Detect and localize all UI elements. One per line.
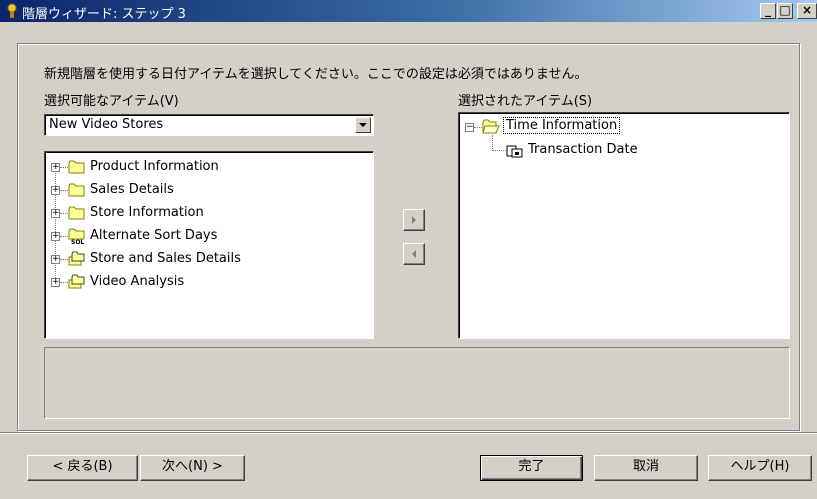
expand-icon[interactable]: + xyxy=(51,209,60,218)
tree-item-sales-details[interactable]: + Sales Details xyxy=(45,180,365,202)
expand-icon[interactable]: + xyxy=(51,163,60,172)
tree-item-label: Video Analysis xyxy=(90,274,185,289)
wizard-icon xyxy=(7,3,17,18)
available-items-tree[interactable]: + Product Information + Sales Details + … xyxy=(44,151,374,339)
business-area-value: New Video Stores xyxy=(49,117,164,132)
business-area-select[interactable]: New Video Stores xyxy=(44,114,374,136)
close-button[interactable]: × xyxy=(797,3,817,19)
tree-line xyxy=(60,236,68,237)
sql-folder-icon: SQL xyxy=(68,228,85,244)
tree-item-label: Alternate Sort Days xyxy=(90,228,218,243)
tree-line xyxy=(60,282,68,283)
expand-icon[interactable]: + xyxy=(51,278,60,287)
tree-line xyxy=(60,259,68,260)
tree-item-label: Product Information xyxy=(90,159,219,174)
expand-icon[interactable]: + xyxy=(51,255,60,264)
tree-item-time-information[interactable]: − Time Information xyxy=(459,117,779,139)
tree-item-label: Time Information xyxy=(502,117,621,134)
tree-line xyxy=(60,190,68,191)
chevron-down-icon xyxy=(359,123,367,127)
back-button[interactable]: < 戻る(B) xyxy=(27,455,138,481)
tree-line xyxy=(474,127,482,128)
tree-item-alternate-sort-days[interactable]: + SQL Alternate Sort Days xyxy=(45,226,365,248)
tree-item-transaction-date[interactable]: Transaction Date xyxy=(459,140,779,162)
selected-items-label: 選択されたアイテム(S) xyxy=(458,94,593,109)
open-folder-icon xyxy=(482,119,500,134)
instruction-text: 新規階層を使用する日付アイテムを選択してください。ここでの設定は必須ではありませ… xyxy=(44,67,588,82)
expand-icon[interactable]: + xyxy=(51,186,60,195)
add-item-button[interactable] xyxy=(403,209,425,231)
available-items-label: 選択可能なアイテム(V) xyxy=(44,94,179,109)
cancel-button[interactable]: 取消 xyxy=(594,455,698,481)
complex-folder-icon xyxy=(68,251,85,266)
help-button[interactable]: ヘルプ(H) xyxy=(708,455,812,481)
arrow-left-icon xyxy=(412,250,416,258)
tree-item-label: Sales Details xyxy=(90,182,174,197)
folder-icon xyxy=(68,206,85,220)
finish-button[interactable]: 完了 xyxy=(480,455,583,481)
minimize-button[interactable]: _ xyxy=(760,3,776,19)
remove-item-button[interactable] xyxy=(403,243,425,265)
svg-text:SQL: SQL xyxy=(71,239,84,244)
tree-item-store-and-sales-details[interactable]: + Store and Sales Details xyxy=(45,249,365,271)
title-bar[interactable]: 階層ウィザード: ステップ 3 _ □ × xyxy=(0,0,817,22)
tree-item-label: Store and Sales Details xyxy=(90,251,241,266)
folder-icon xyxy=(68,183,85,197)
tree-line xyxy=(60,213,68,214)
selected-items-tree[interactable]: − Time Information Transaction Date xyxy=(458,112,790,339)
tree-item-video-analysis[interactable]: + Video Analysis xyxy=(45,272,365,294)
tree-item-store-information[interactable]: + Store Information xyxy=(45,203,365,225)
tree-line xyxy=(60,167,68,168)
description-box xyxy=(44,347,790,419)
dropdown-button[interactable] xyxy=(355,117,371,133)
tree-line xyxy=(492,150,506,151)
collapse-icon[interactable]: − xyxy=(465,123,474,132)
next-button[interactable]: 次へ(N) > xyxy=(140,455,245,481)
expand-icon[interactable]: + xyxy=(51,232,60,241)
maximize-button[interactable]: □ xyxy=(777,3,793,19)
window-title: 階層ウィザード: ステップ 3 xyxy=(22,7,186,22)
folder-icon xyxy=(68,160,85,174)
date-item-icon xyxy=(506,145,523,158)
complex-folder-icon xyxy=(68,274,85,289)
tree-item-label: Store Information xyxy=(90,205,204,220)
divider xyxy=(0,432,817,434)
tree-item-label: Transaction Date xyxy=(528,142,638,157)
arrow-right-icon xyxy=(412,216,416,224)
tree-item-product-information[interactable]: + Product Information xyxy=(45,157,365,179)
